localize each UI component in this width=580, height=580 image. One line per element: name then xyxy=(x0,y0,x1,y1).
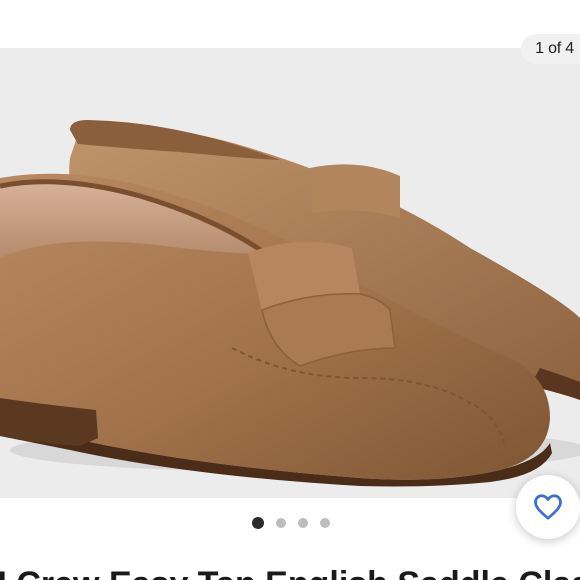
product-image[interactable] xyxy=(0,48,580,498)
heart-outline-icon xyxy=(534,494,562,520)
product-title: J.Crew Easy Tan English Saddle Classic xyxy=(0,560,580,580)
carousel-dot[interactable] xyxy=(298,518,308,528)
top-bar xyxy=(0,0,580,24)
like-button[interactable] xyxy=(516,475,580,539)
product-image-gallery[interactable] xyxy=(0,48,580,498)
carousel-dot[interactable] xyxy=(252,517,264,529)
image-counter: 1 of 4 xyxy=(521,34,580,64)
carousel-dot[interactable] xyxy=(276,518,286,528)
carousel-indicator xyxy=(252,517,330,529)
carousel-dot[interactable] xyxy=(320,518,330,528)
